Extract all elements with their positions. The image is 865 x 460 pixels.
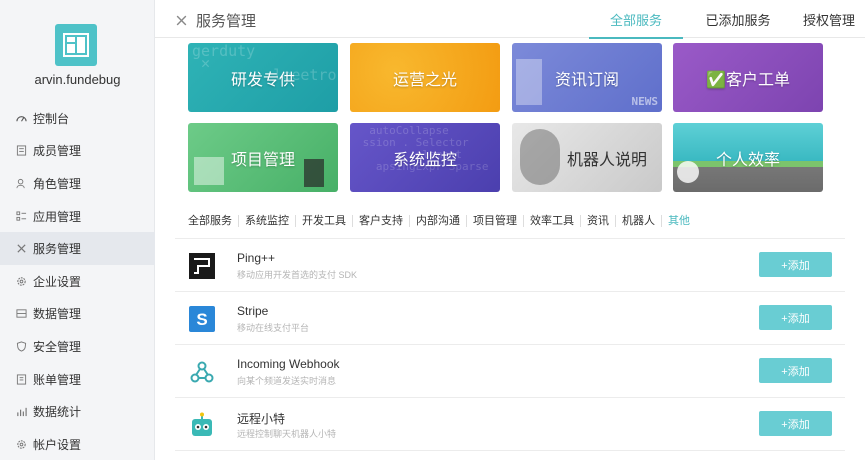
role-icon (15, 177, 27, 189)
service-description: 移动应用开发首选的支付 SDK (237, 270, 358, 280)
sidebar-item-label: 应用管理 (33, 209, 82, 224)
sidebar-item-label: 控制台 (33, 111, 70, 126)
service-description: 向某个频道发送实时消息 (237, 376, 337, 386)
category-news[interactable]: 资讯 (580, 215, 615, 227)
service-name: 远程小特 (237, 412, 286, 426)
sidebar-item-label: 安全管理 (33, 339, 82, 354)
card-dev[interactable]: gerduty ✕ leeetro 研发专供 (188, 43, 338, 112)
sidebar-item-label: 账单管理 (33, 372, 82, 387)
stats-icon (15, 406, 27, 418)
card-label: 系统监控 (392, 151, 457, 169)
stripe-icon: S (188, 305, 215, 332)
card-ops[interactable]: 运营之光 (350, 43, 500, 112)
sidebar: arvin.fundebug 控制台 成员管理 角色管理 应用管理 服务管理 企… (0, 0, 155, 460)
team-logo-icon (55, 24, 97, 66)
category-robot[interactable]: 机器人 (615, 215, 661, 227)
tab-authorization[interactable]: 授权管理 (793, 0, 865, 38)
category-all[interactable]: 全部服务 (188, 215, 238, 227)
sidebar-item-members[interactable]: 成员管理 (0, 135, 155, 168)
sidebar-item-label: 服务管理 (33, 242, 82, 257)
category-project[interactable]: 项目管理 (466, 215, 523, 227)
page-header: 服务管理 全部服务 已添加服务 授权管理 (155, 0, 865, 39)
card-label: 机器人说明 (566, 151, 647, 169)
tab-bar: 全部服务 已添加服务 授权管理 (589, 0, 865, 39)
category-other[interactable]: 其他 (661, 215, 696, 227)
card-tickets[interactable]: ✅客户工单 (673, 43, 823, 112)
card-label: 资讯订阅 (554, 71, 619, 89)
list-item: Incoming Webhook 向某个频道发送实时消息 +添加 (175, 345, 845, 398)
pingpp-icon (188, 252, 215, 279)
card-label: 个人效率 (715, 151, 780, 169)
sidebar-item-enterprise-settings[interactable]: 企业设置 (0, 265, 155, 298)
sidebar-nav: 控制台 成员管理 角色管理 应用管理 服务管理 企业设置 数据管理 安全管理 账… (0, 102, 155, 460)
sidebar-item-label: 角色管理 (33, 176, 82, 191)
member-icon (15, 145, 27, 157)
card-monitor[interactable]: autoCollapse ssion . Selector element ap… (350, 123, 500, 192)
sidebar-item-label: 成员管理 (33, 144, 82, 159)
card-label: 研发专供 (230, 71, 295, 89)
username: arvin.fundebug (34, 72, 121, 87)
webhook-icon (188, 358, 215, 385)
shield-icon (15, 340, 27, 352)
list-item: 远程小特 远程控制聊天机器人小特 +添加 (175, 398, 845, 451)
card-label: ✅客户工单 (706, 71, 790, 89)
card-efficiency[interactable]: 个人效率 (673, 123, 823, 192)
card-news[interactable]: NEWS 资讯订阅 (512, 43, 662, 112)
sidebar-item-label: 帐户设置 (33, 437, 82, 452)
card-label: 项目管理 (230, 151, 295, 169)
sidebar-item-services[interactable]: 服务管理 (0, 232, 155, 265)
sidebar-item-apps[interactable]: 应用管理 (0, 200, 155, 233)
tab-added-services[interactable]: 已添加服务 (683, 0, 793, 38)
add-service-button[interactable]: +添加 (759, 252, 832, 277)
category-support[interactable]: 客户支持 (352, 215, 409, 227)
sidebar-item-dashboard[interactable]: 控制台 (0, 102, 155, 135)
category-filter: 全部服务 系统监控 开发工具 客户支持 内部沟通 项目管理 效率工具 资讯 机器… (188, 215, 696, 227)
category-internal[interactable]: 内部沟通 (409, 215, 466, 227)
sidebar-item-label: 数据统计 (33, 405, 82, 420)
list-item: S Stripe 移动在线支付平台 +添加 (175, 292, 845, 345)
service-name: Ping++ (237, 251, 276, 265)
page-title: 服务管理 (196, 13, 257, 30)
svg-text:S: S (196, 310, 207, 329)
category-efficiency[interactable]: 效率工具 (523, 215, 580, 227)
bill-icon (15, 373, 27, 385)
tools-icon (176, 15, 187, 26)
gear-icon (15, 275, 27, 287)
service-description: 移动在线支付平台 (237, 323, 310, 333)
card-project[interactable]: 项目管理 (188, 123, 338, 192)
dashboard-icon (15, 112, 27, 124)
robot-icon (188, 411, 215, 438)
tools-icon (15, 243, 27, 255)
card-label: 运营之光 (392, 71, 457, 89)
service-name: Stripe (237, 304, 269, 318)
sidebar-item-data[interactable]: 数据管理 (0, 298, 155, 331)
add-service-button[interactable]: +添加 (759, 305, 832, 330)
sidebar-item-security[interactable]: 安全管理 (0, 330, 155, 363)
apps-icon (15, 210, 27, 222)
sidebar-item-label: 数据管理 (33, 307, 82, 322)
sidebar-item-roles[interactable]: 角色管理 (0, 167, 155, 200)
service-description: 远程控制聊天机器人小特 (237, 429, 337, 439)
category-monitoring[interactable]: 系统监控 (238, 215, 295, 227)
data-icon (15, 308, 27, 320)
sidebar-item-label: 企业设置 (33, 274, 82, 289)
sidebar-item-billing[interactable]: 账单管理 (0, 363, 155, 396)
page-title-wrap: 服务管理 (175, 10, 256, 31)
gear-icon (15, 438, 27, 450)
list-item: Ping++ 移动应用开发首选的支付 SDK +添加 (175, 239, 845, 292)
add-service-button[interactable]: +添加 (759, 411, 832, 436)
sidebar-item-account-settings[interactable]: 帐户设置 (0, 428, 155, 460)
service-name: Incoming Webhook (237, 357, 340, 371)
category-dev-tools[interactable]: 开发工具 (295, 215, 352, 227)
card-robot[interactable]: 机器人说明 (512, 123, 662, 192)
sidebar-item-statistics[interactable]: 数据统计 (0, 395, 155, 428)
tab-all-services[interactable]: 全部服务 (589, 0, 683, 39)
add-service-button[interactable]: +添加 (759, 358, 832, 383)
